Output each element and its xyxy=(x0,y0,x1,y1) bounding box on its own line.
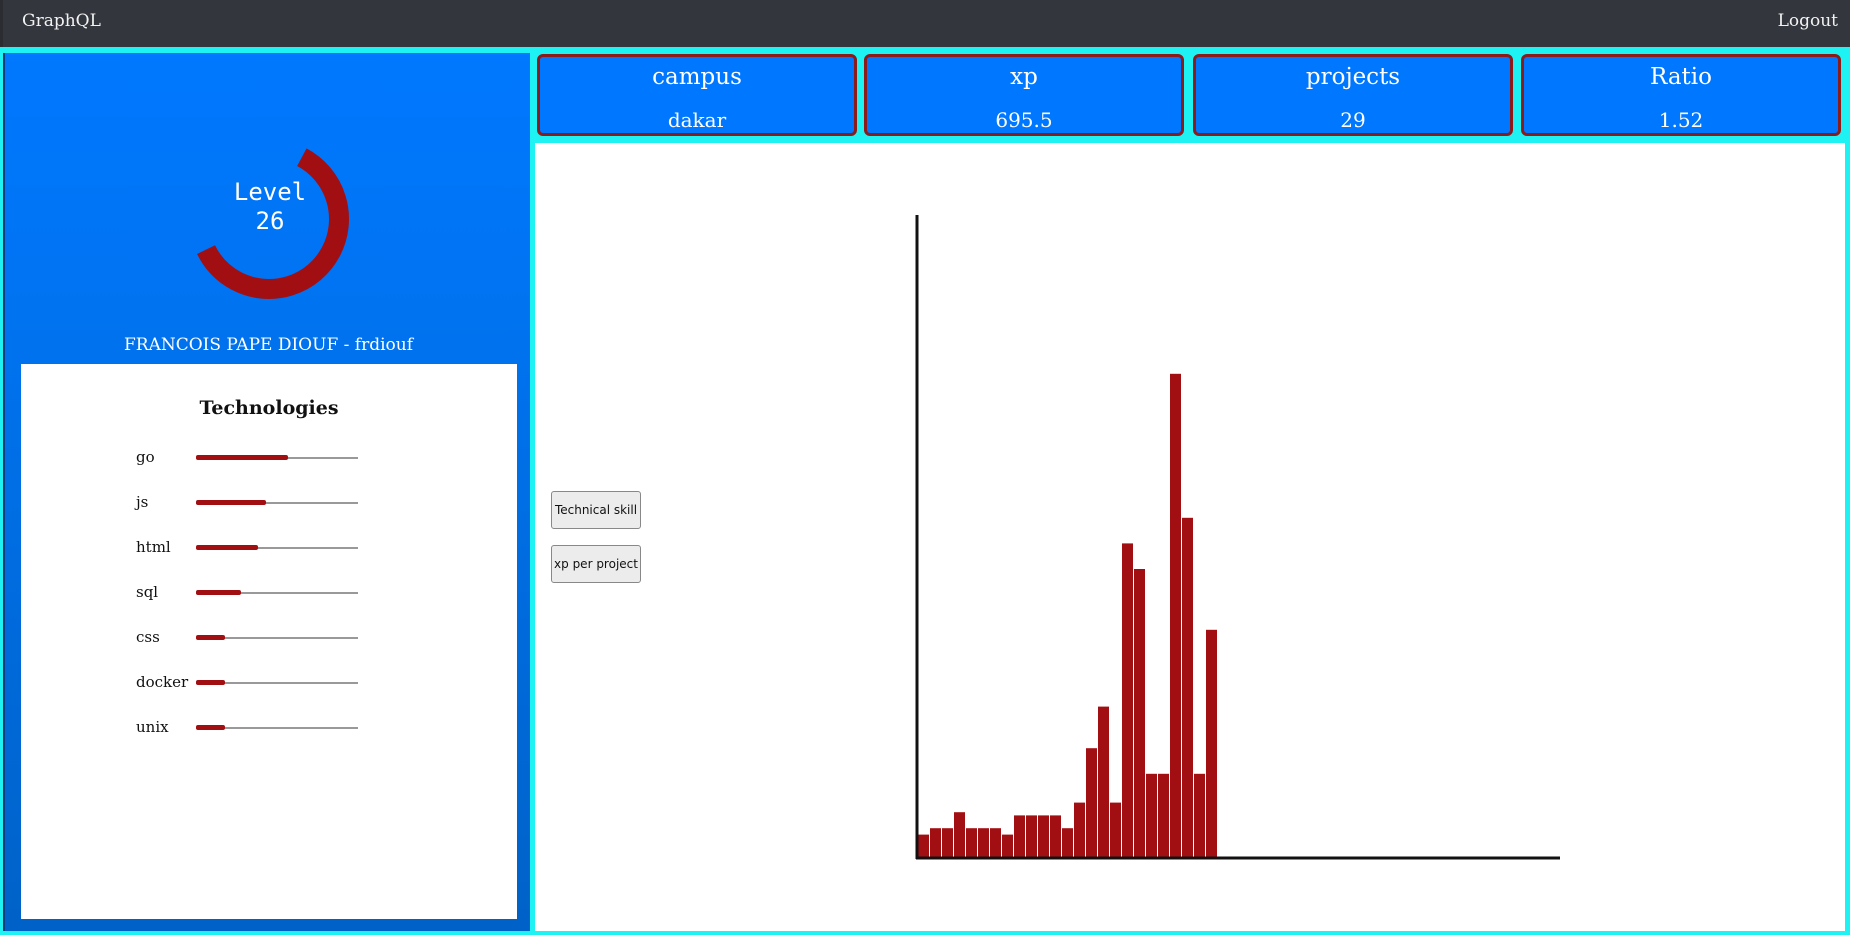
technology-bar-track xyxy=(196,500,358,505)
technology-bar-fill xyxy=(196,545,258,550)
chart-bar xyxy=(990,828,1001,857)
technology-bar-fill xyxy=(196,635,226,640)
level-display: Level 26 xyxy=(170,178,370,236)
technology-bar-track xyxy=(196,455,358,460)
chart-bar xyxy=(1050,815,1061,857)
chart-bar xyxy=(1110,802,1121,857)
stat-label: xp xyxy=(1010,64,1038,90)
technology-bar-track xyxy=(196,590,358,595)
xp-per-project-chart xyxy=(915,215,1560,860)
level-label: Level xyxy=(233,178,307,206)
technology-bar-track xyxy=(196,680,358,685)
stat-label: projects xyxy=(1305,64,1401,90)
chart-bar xyxy=(1182,517,1193,857)
chart-bar xyxy=(1122,543,1133,857)
technology-row-html: html xyxy=(136,538,366,558)
stat-value: 695.5 xyxy=(995,108,1053,132)
technology-row-css: css xyxy=(136,628,366,648)
technology-bar-track xyxy=(196,725,358,730)
level-value: 26 xyxy=(255,207,285,235)
chart-bar xyxy=(1158,773,1169,857)
chart-bar xyxy=(930,828,941,857)
technology-label: js xyxy=(136,493,149,511)
chart-bar xyxy=(1134,569,1145,857)
brand-title[interactable]: GraphQL xyxy=(22,11,101,31)
technology-bar-track xyxy=(196,545,358,550)
chart-panel: Technical skill xp per project xyxy=(535,143,1845,931)
chart-bar xyxy=(966,828,977,857)
chart-bar xyxy=(978,828,989,857)
stat-label: campus xyxy=(652,64,742,90)
technology-label: docker xyxy=(136,673,189,691)
top-navbar: GraphQL Logout xyxy=(0,0,1850,47)
stat-value: 1.52 xyxy=(1658,108,1704,132)
chart-bar xyxy=(1062,828,1073,857)
chart-bar xyxy=(1014,815,1025,857)
chart-bars xyxy=(918,373,1217,857)
chart-bar xyxy=(1038,815,1049,857)
stat-value: dakar xyxy=(667,108,727,132)
stat-card-projects: projects 29 xyxy=(1193,54,1513,136)
technology-row-unix: unix xyxy=(136,718,366,738)
logout-link[interactable]: Logout xyxy=(1778,11,1838,31)
technology-bar-fill xyxy=(196,500,266,505)
chart-bar xyxy=(1194,773,1205,857)
chart-bar xyxy=(1146,773,1157,857)
chart-bar xyxy=(1002,834,1013,857)
technology-bar-fill xyxy=(196,725,226,730)
chart-bar xyxy=(1086,748,1097,857)
chart-bar xyxy=(918,834,929,857)
technologies-title: Technologies xyxy=(199,397,339,419)
chart-bar xyxy=(1098,706,1109,857)
technology-row-js: js xyxy=(136,493,366,513)
chart-bar xyxy=(1170,373,1181,857)
main-frame: Level 26 FRANCOIS PAPE DIOUF - frdiouf T… xyxy=(0,47,1850,935)
technology-row-go: go xyxy=(136,448,366,468)
stat-card-campus: campus dakar xyxy=(537,54,857,136)
technology-label: css xyxy=(136,628,160,646)
technology-bar-fill xyxy=(196,455,289,460)
technology-row-sql: sql xyxy=(136,583,366,603)
technology-label: sql xyxy=(136,583,159,601)
technology-label: unix xyxy=(136,718,169,736)
chart-bar xyxy=(1026,815,1037,857)
technology-label: go xyxy=(136,448,155,466)
chart-bar xyxy=(1074,802,1085,857)
technology-bar-track xyxy=(196,635,358,640)
stat-card-xp: xp 695.5 xyxy=(864,54,1184,136)
technology-bar-fill xyxy=(196,590,242,595)
technology-bar-fill xyxy=(196,680,226,685)
stat-value: 29 xyxy=(1340,108,1366,132)
stat-card-ratio: Ratio 1.52 xyxy=(1521,54,1841,136)
chart-bar xyxy=(954,812,965,857)
technology-row-docker: docker xyxy=(136,673,366,693)
chart-bar xyxy=(942,828,953,857)
profile-panel: Level 26 FRANCOIS PAPE DIOUF - frdiouf T… xyxy=(3,53,530,931)
chart-bar xyxy=(1206,629,1217,857)
technologies-card: Technologies go js html sql css docker unix xyxy=(21,364,517,919)
stat-label: Ratio xyxy=(1649,64,1712,90)
technology-label: html xyxy=(136,538,171,556)
user-full-name: FRANCOIS PAPE DIOUF - frdiouf xyxy=(123,335,414,355)
